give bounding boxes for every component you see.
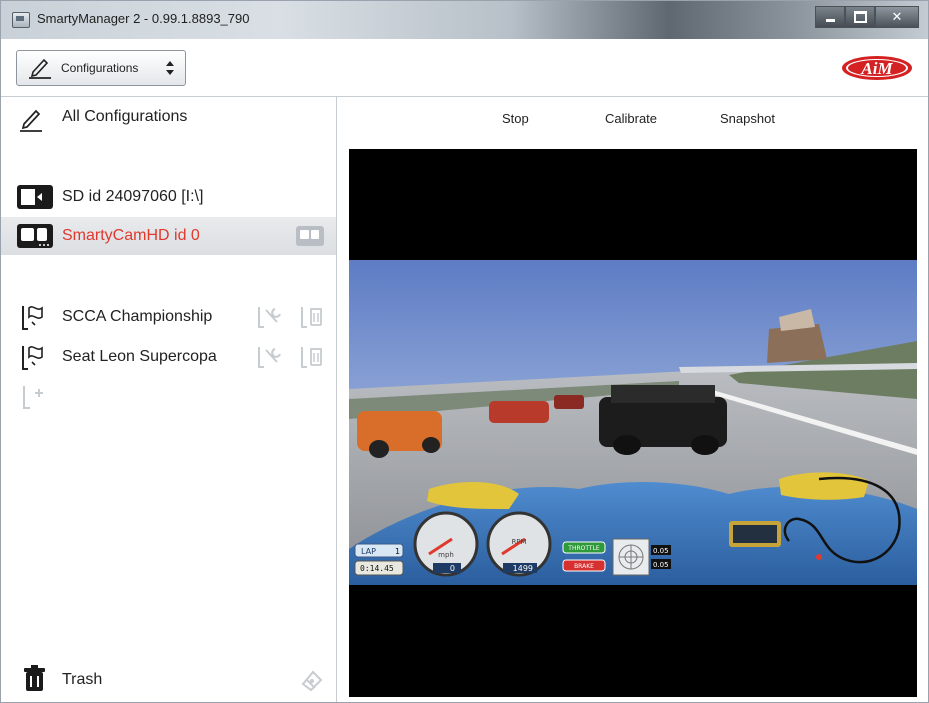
device-label: SD id 24097060 [I:\] xyxy=(62,188,204,205)
all-configurations-label: All Configurations xyxy=(62,108,188,125)
trash-label: Trash xyxy=(62,671,103,688)
camera-icon xyxy=(17,224,53,248)
device-item-smartycam[interactable]: SmartyCamHD id 0 xyxy=(1,217,336,255)
device-label-selected: SmartyCamHD id 0 xyxy=(62,227,200,244)
configuration-label: SCCA Championship xyxy=(62,308,213,325)
speed-value: 0 xyxy=(450,564,455,573)
lap-time: 0:14.45 xyxy=(360,564,394,573)
pencil-icon xyxy=(20,109,42,132)
window-controls: ✕ xyxy=(815,6,919,28)
app-window: SmartyManager 2 - 0.99.1.8893_790 ✕ Conf… xyxy=(0,0,929,703)
snapshot-button[interactable]: Snapshot xyxy=(720,111,775,126)
sd-card-icon xyxy=(17,185,53,209)
brake-label: BRAKE xyxy=(574,563,594,570)
trash-icon[interactable] xyxy=(299,304,325,330)
title-bar[interactable]: SmartyManager 2 - 0.99.1.8893_790 ✕ xyxy=(1,1,928,39)
aim-logo: AiM xyxy=(842,56,912,80)
camera-preview-panel: Stop Calibrate Snapshot LAP 1 0:14.45 mp… xyxy=(337,97,928,702)
window-title: SmartyManager 2 - 0.99.1.8893_790 xyxy=(37,11,250,26)
configuration-item-scca[interactable]: SCCA Championship xyxy=(1,299,336,335)
add-configuration-icon[interactable] xyxy=(21,383,47,411)
race-flag-icon xyxy=(22,306,43,330)
pencil-icon xyxy=(29,58,51,79)
camera-settings-icon[interactable] xyxy=(295,225,325,247)
stop-button[interactable]: Stop xyxy=(502,111,529,126)
configuration-label: Seat Leon Supercopa xyxy=(62,348,217,365)
race-flag-icon xyxy=(22,346,43,370)
configurations-label: Configurations xyxy=(61,61,139,75)
configurations-dropdown[interactable]: Configurations xyxy=(16,50,186,86)
trash-item[interactable]: Trash xyxy=(1,662,336,698)
close-button[interactable]: ✕ xyxy=(875,6,919,28)
maximize-button[interactable] xyxy=(845,6,875,28)
logo-text: AiM xyxy=(860,59,893,78)
eraser-icon[interactable] xyxy=(297,666,325,694)
close-icon: ✕ xyxy=(891,9,903,24)
app-icon xyxy=(12,12,30,28)
g-lon-value: 0.05 xyxy=(653,561,669,569)
configuration-item-seat[interactable]: Seat Leon Supercopa xyxy=(1,339,336,375)
g-lat-value: 0.05 xyxy=(653,547,669,555)
rpm-unit: RPM xyxy=(511,538,526,546)
sidebar: All Configurations SD id 24097060 [I:\] … xyxy=(1,97,337,702)
lap-label: LAP xyxy=(361,547,376,556)
calibrate-button[interactable]: Calibrate xyxy=(605,111,657,126)
trash-can-icon xyxy=(24,665,45,691)
video-preview: LAP 1 0:14.45 mph 0 RPM 1499 THROTTLE BR… xyxy=(349,149,917,697)
trash-icon[interactable] xyxy=(299,344,325,370)
throttle-label: THROTTLE xyxy=(567,545,600,552)
camera-frame: LAP 1 0:14.45 mph 0 RPM 1499 THROTTLE BR… xyxy=(349,260,917,585)
minimize-button[interactable] xyxy=(815,6,845,28)
wrench-icon[interactable] xyxy=(256,304,284,330)
lap-value: 1 xyxy=(395,547,400,556)
speed-unit: mph xyxy=(438,551,454,559)
up-down-arrow-icon xyxy=(166,61,174,75)
all-configurations-item[interactable]: All Configurations xyxy=(1,101,336,137)
wrench-icon[interactable] xyxy=(256,344,284,370)
rpm-value: 1499 xyxy=(513,564,533,573)
device-item-sd[interactable]: SD id 24097060 [I:\] xyxy=(1,179,336,215)
